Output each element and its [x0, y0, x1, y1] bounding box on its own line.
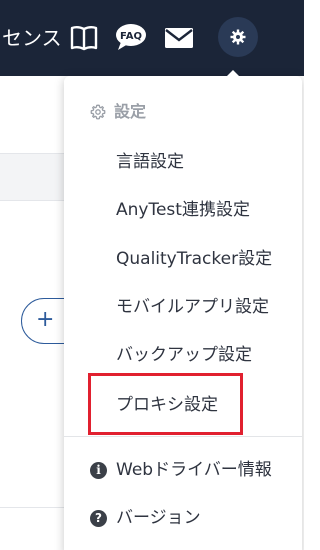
menu-item-language-settings[interactable]: 言語設定 [116, 150, 184, 174]
menu-header: 設定 [90, 101, 146, 123]
menu-header-label: 設定 [114, 102, 147, 121]
menu-divider [64, 436, 302, 437]
plus-icon: + [36, 307, 55, 332]
menu-item-webdriver-info-label: Webドライバー情報 [116, 460, 272, 480]
menu-item-version[interactable]: ? バージョン [90, 506, 201, 530]
envelope-icon[interactable] [163, 22, 195, 54]
background-divider [0, 200, 64, 201]
menu-item-backup-settings[interactable]: バックアップ設定 [116, 343, 252, 367]
background-divider [0, 507, 64, 508]
settings-gear-button[interactable] [218, 17, 258, 57]
license-nav-label[interactable]: センス [2, 26, 62, 50]
faq-icon[interactable]: FAQ [114, 20, 148, 54]
settings-dropdown-menu: 設定 言語設定 AnyTest連携設定 QualityTracker設定 モバイ… [64, 76, 302, 550]
menu-item-webdriver-info[interactable]: i Webドライバー情報 [90, 458, 272, 482]
highlight-box [88, 373, 243, 435]
top-navbar: センス FAQ [0, 0, 304, 76]
gear-outline-icon [90, 104, 106, 120]
menu-item-anytest-settings[interactable]: AnyTest連携設定 [116, 198, 250, 222]
dropdown-caret [225, 70, 241, 78]
book-open-icon[interactable] [68, 22, 100, 54]
menu-item-qualitytracker-settings[interactable]: QualityTracker設定 [116, 247, 272, 271]
info-circle-icon: i [90, 461, 107, 479]
menu-item-mobile-app-settings[interactable]: モバイルアプリ設定 [116, 295, 269, 319]
faq-icon-text: FAQ [120, 31, 142, 42]
menu-item-version-label: バージョン [116, 508, 201, 528]
question-circle-icon: ? [90, 509, 107, 527]
gear-icon [230, 29, 246, 45]
app-root: センス FAQ + 設定 言語設定 AnyTest連携設定 QualityTra… [0, 0, 304, 550]
background-table-header [0, 154, 64, 200]
